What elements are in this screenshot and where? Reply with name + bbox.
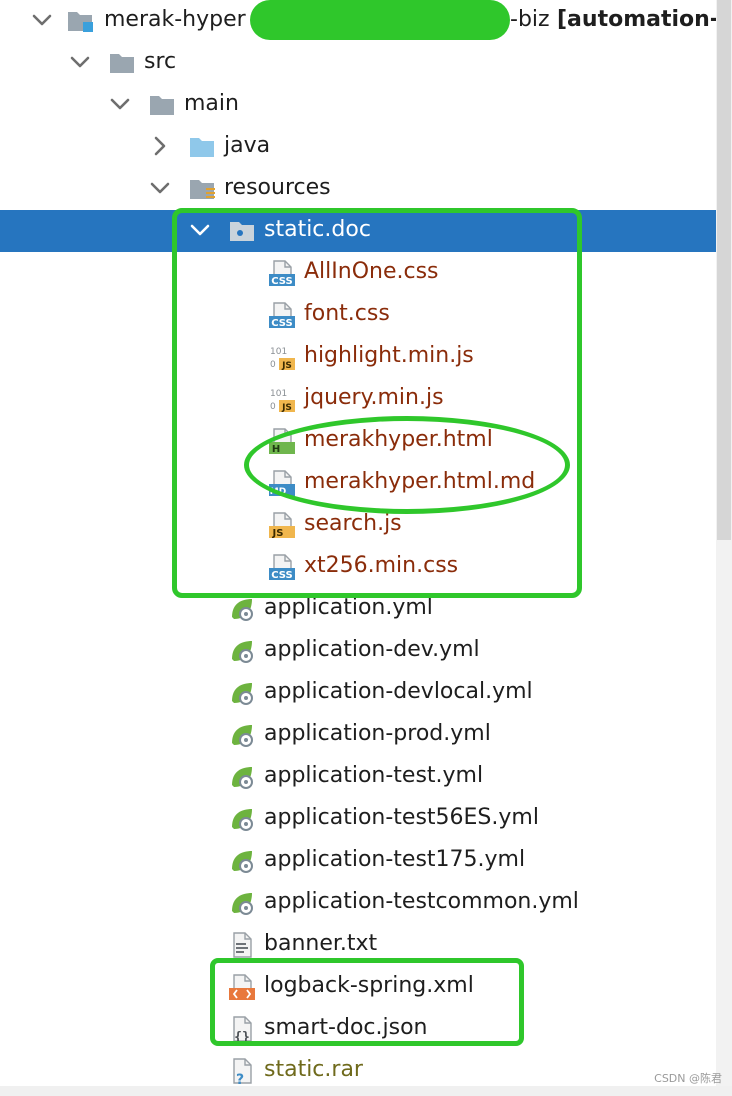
- unknown-file-icon: ?: [228, 1057, 256, 1085]
- watermark: CSDN @陈君: [654, 1072, 722, 1085]
- tree-file-application-testcommon-yml[interactable]: application-testcommon.yml: [0, 882, 716, 924]
- horizontal-scrollbar[interactable]: [0, 1086, 732, 1096]
- source-folder-icon: [188, 133, 216, 161]
- root-module-suffix: -biz: [510, 7, 550, 32]
- tree-file-application-test56es-yml[interactable]: application-test56ES.yml: [0, 798, 716, 840]
- redaction-mark: [250, 0, 510, 40]
- spring-config-icon: [228, 721, 256, 749]
- scrollbar-thumb[interactable]: [717, 0, 731, 540]
- spring-config-icon: [228, 637, 256, 665]
- tree-file-application-test-yml[interactable]: application-test.yml: [0, 756, 716, 798]
- spring-config-icon: [228, 805, 256, 833]
- root-module-label: merak-hyper: [104, 7, 246, 32]
- chevron-down-icon[interactable]: [146, 174, 174, 202]
- spring-config-icon: [228, 763, 256, 791]
- tree-node-label: resources: [224, 175, 331, 200]
- chevron-down-icon[interactable]: [28, 6, 56, 34]
- root-module-name: [automation-: [557, 7, 719, 32]
- annotation-box-static-doc: [172, 208, 582, 598]
- tree-file-application-test175-yml[interactable]: application-test175.yml: [0, 840, 716, 882]
- tree-node-label: src: [144, 49, 177, 74]
- spring-config-icon: [228, 679, 256, 707]
- text-file-icon: [228, 931, 256, 959]
- tree-node-src[interactable]: src: [0, 42, 716, 84]
- chevron-right-icon[interactable]: [146, 132, 174, 160]
- tree-file-application-prod-yml[interactable]: application-prod.yml: [0, 714, 716, 756]
- tree-node-resources[interactable]: resources: [0, 168, 716, 210]
- file-label: application-devlocal.yml: [264, 679, 533, 704]
- svg-text:?: ?: [236, 1072, 244, 1085]
- tree-node-root-module[interactable]: merak-hyper -biz [automation-: [0, 0, 719, 42]
- chevron-down-icon[interactable]: [106, 90, 134, 118]
- spring-config-icon: [228, 595, 256, 623]
- file-label: application-dev.yml: [264, 637, 480, 662]
- tree-file-application-devlocal-yml[interactable]: application-devlocal.yml: [0, 672, 716, 714]
- tree-node-main[interactable]: main: [0, 84, 716, 126]
- tree-file-application-dev-yml[interactable]: application-dev.yml: [0, 630, 716, 672]
- tree-node-label: java: [224, 133, 271, 158]
- file-label: static.rar: [264, 1057, 363, 1082]
- annotation-ellipse-merakhyper: [244, 416, 570, 514]
- folder-icon: [148, 91, 176, 119]
- folder-icon: [108, 49, 136, 77]
- tree-node-label: main: [184, 91, 239, 116]
- annotation-box-config-files: [210, 958, 524, 1046]
- spring-config-icon: [228, 847, 256, 875]
- file-label: banner.txt: [264, 931, 378, 956]
- module-folder-icon: [66, 7, 93, 32]
- chevron-down-icon[interactable]: [66, 48, 94, 76]
- resources-folder-icon: [188, 175, 215, 203]
- file-label: application-testcommon.yml: [264, 889, 579, 914]
- file-label: application-prod.yml: [264, 721, 491, 746]
- vertical-scrollbar[interactable]: [716, 0, 732, 1096]
- spring-config-icon: [228, 889, 256, 917]
- file-label: application-test175.yml: [264, 847, 526, 872]
- file-label: application-test56ES.yml: [264, 805, 539, 830]
- tree-node-java[interactable]: java: [0, 126, 716, 168]
- file-label: application-test.yml: [264, 763, 484, 788]
